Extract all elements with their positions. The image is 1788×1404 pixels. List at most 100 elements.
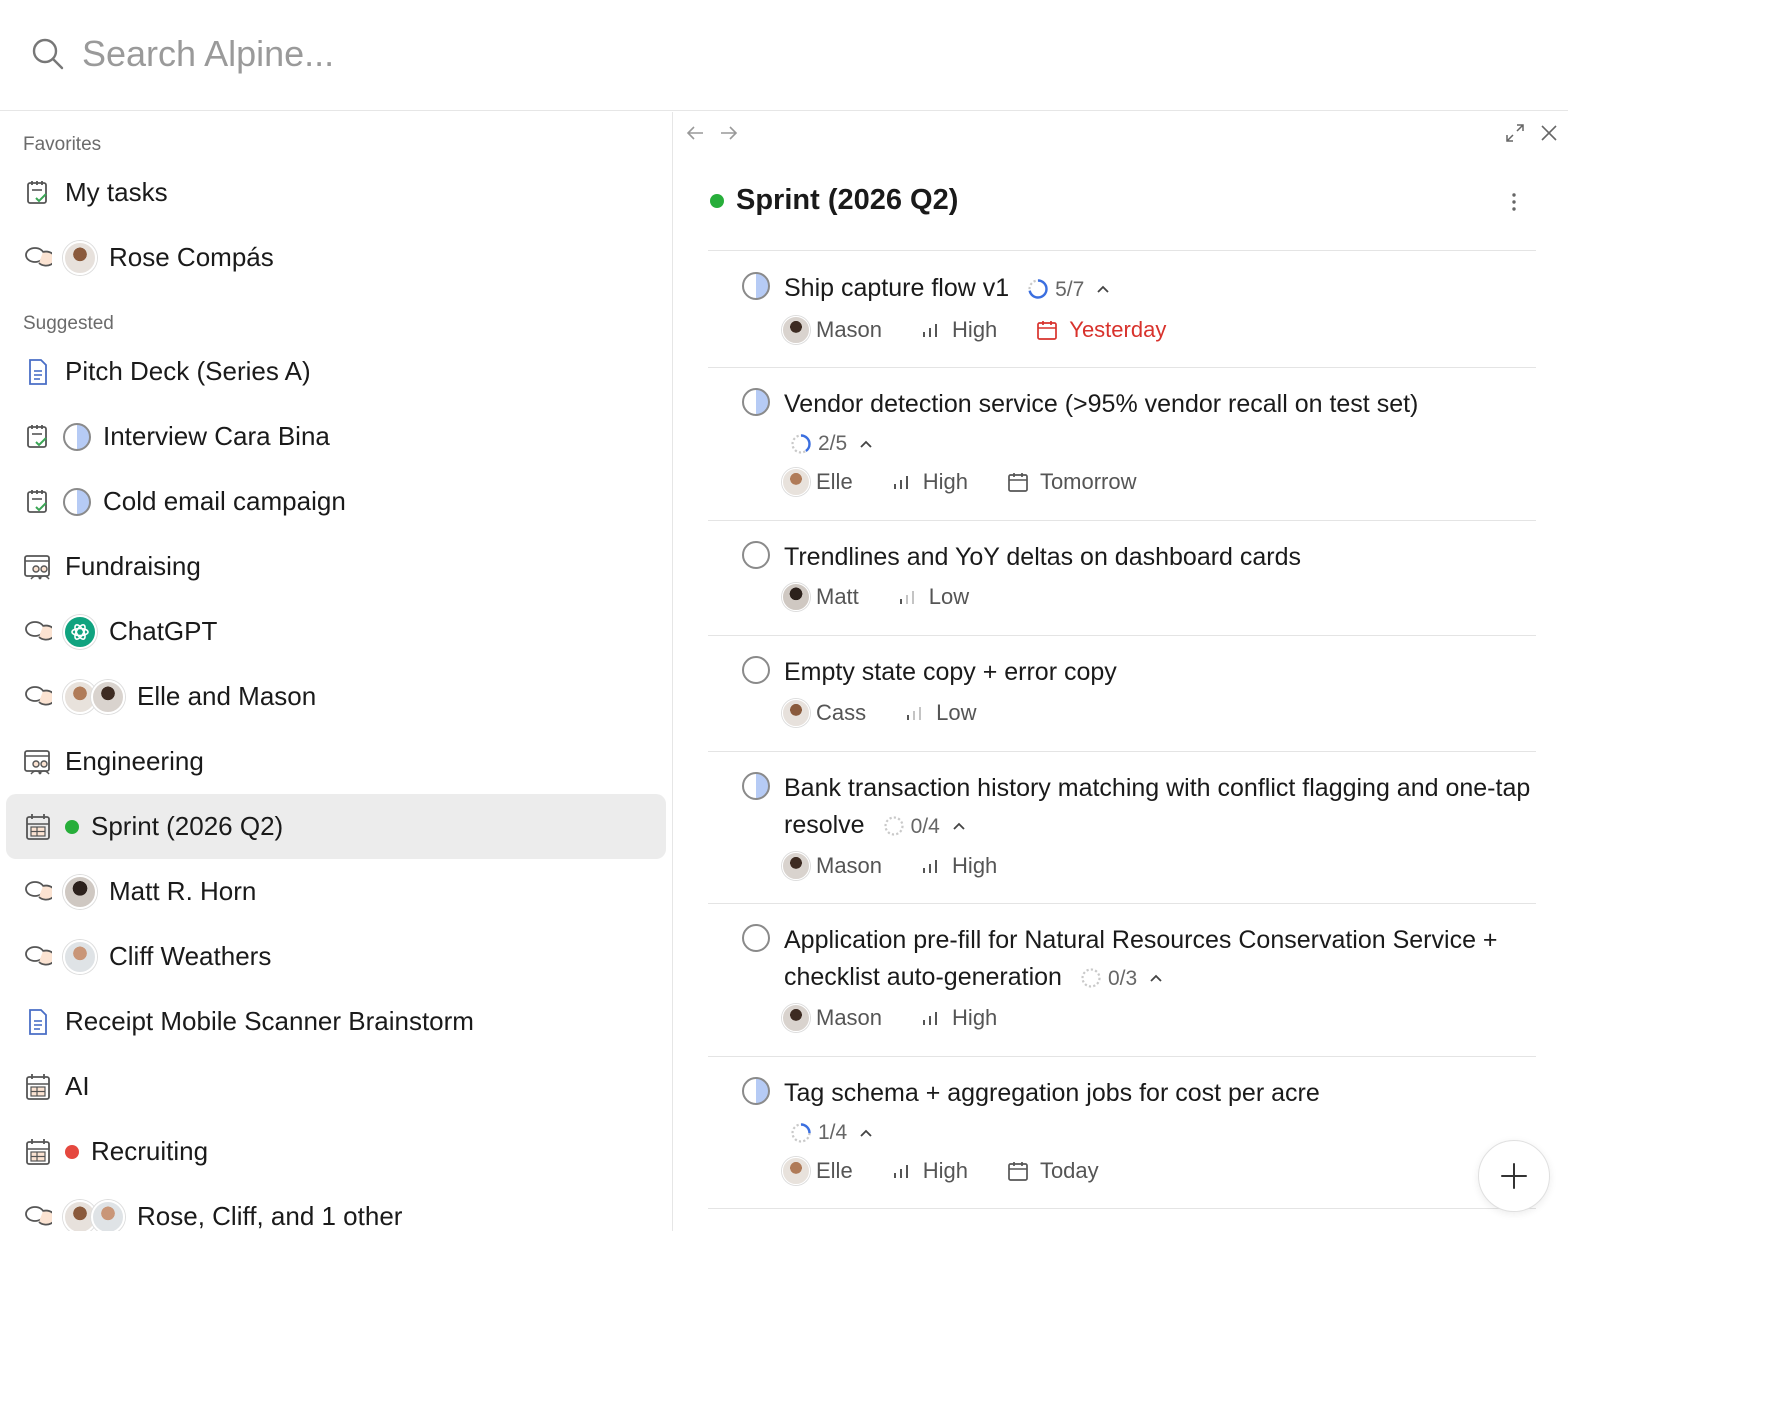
task-status-checkbox[interactable] [742, 541, 770, 569]
priority-field[interactable]: High [891, 1158, 968, 1184]
favorites-heading: Favorites [23, 134, 102, 155]
assignee-avatar[interactable] [782, 583, 810, 611]
sidebar-item-label: Sprint (2026 Q2) [91, 811, 284, 841]
calendar-icon [1008, 1162, 1028, 1181]
sidebar-item-matt-r-horn[interactable]: Matt R. Horn [6, 859, 666, 924]
assignee-name[interactable]: Mason [816, 317, 882, 343]
sidebar-item-interview-cara-bina[interactable]: Interview Cara Bina [6, 404, 666, 469]
chevron-up-icon[interactable] [857, 435, 875, 453]
subtask-progress[interactable]: 5/7 [1027, 271, 1112, 308]
sidebar-item-fundraising[interactable]: Fundraising [6, 534, 666, 599]
task-title-block[interactable]: Vendor detection service (>95% vendor re… [784, 386, 1534, 462]
sidebar-item-recruiting[interactable]: Recruiting [6, 1119, 666, 1184]
forward-arrow-icon[interactable] [718, 122, 740, 144]
panel-header: Sprint (2026 Q2) [710, 184, 958, 217]
task-title: Vendor detection service (>95% vendor re… [784, 390, 1419, 418]
sidebar-item-label: My tasks [65, 177, 168, 207]
close-icon[interactable] [1538, 122, 1560, 144]
assignee-name[interactable]: Elle [816, 469, 853, 495]
priority-field[interactable]: Low [904, 700, 976, 726]
task-row[interactable]: Ship capture flow v1 5/7 Mason High Yesterda… [708, 252, 1536, 368]
priority-field[interactable]: High [920, 317, 997, 343]
task-status-checkbox[interactable] [742, 1077, 770, 1105]
assignee-name[interactable]: Mason [816, 853, 882, 879]
add-button[interactable] [1478, 1140, 1550, 1212]
sidebar-item-chatgpt[interactable]: ChatGPT [6, 599, 666, 664]
sidebar-item-pitch-deck[interactable]: Pitch Deck (Series A) [6, 339, 666, 404]
document-icon [23, 357, 53, 387]
priority-field[interactable]: High [920, 1005, 997, 1031]
task-meta: Elle High Today [782, 1157, 1099, 1185]
subtask-progress[interactable]: 2/5 [790, 425, 875, 462]
task-status-checkbox[interactable] [742, 656, 770, 684]
progress-ring-icon [883, 816, 904, 837]
assignee-name[interactable]: Mason [816, 1005, 882, 1031]
task-title: Tag schema + aggregation jobs for cost p… [784, 1079, 1320, 1107]
sidebar-item-elle-and-mason[interactable]: Elle and Mason [6, 664, 666, 729]
due-date-field[interactable]: Today [1006, 1158, 1099, 1184]
sidebar-item-label: Rose Compás [109, 242, 274, 272]
assignee-name[interactable]: Elle [816, 1158, 853, 1184]
status-dot [710, 193, 724, 208]
sidebar-item-label: Matt R. Horn [109, 876, 257, 906]
chevron-up-icon[interactable] [950, 817, 968, 835]
task-row[interactable]: Vendor detection service (>95% vendor re… [708, 368, 1536, 521]
task-status-checkbox[interactable] [742, 272, 770, 300]
progress-ring-icon [1081, 968, 1101, 989]
sidebar-item-my-tasks[interactable]: My tasks [6, 160, 666, 225]
in-progress-status-icon [63, 487, 91, 516]
search-input[interactable] [82, 28, 982, 80]
subtask-progress[interactable]: 0/3 [1080, 960, 1165, 997]
assignee-name[interactable]: Matt [816, 584, 859, 610]
assignee-avatar[interactable] [782, 1004, 810, 1032]
sidebar-item-receipt-scanner[interactable]: Receipt Mobile Scanner Brainstorm [6, 989, 666, 1054]
assignee-avatar[interactable] [782, 468, 810, 496]
sidebar-item-rose-cliff-group[interactable]: Rose, Cliff, and 1 other [6, 1184, 666, 1231]
more-options-icon[interactable] [1502, 190, 1526, 214]
chevron-up-icon[interactable] [857, 1124, 875, 1142]
sidebar-item-engineering[interactable]: Engineering [6, 729, 666, 794]
task-row[interactable]: Trendlines and YoY deltas on dashboard c… [708, 521, 1536, 636]
task-title-block[interactable]: Ship capture flow v1 5/7 [784, 270, 1534, 308]
assignee-avatar[interactable] [782, 699, 810, 727]
assignee-avatar[interactable] [782, 1157, 810, 1185]
back-arrow-icon[interactable] [684, 122, 706, 144]
subtask-progress[interactable]: 0/4 [883, 808, 968, 845]
task-row[interactable]: Tag schema + aggregation jobs for cost p… [708, 1057, 1536, 1209]
sidebar-item-label: Recruiting [91, 1136, 209, 1166]
priority-bars-icon [893, 1165, 908, 1178]
assignee-avatar[interactable] [782, 316, 810, 344]
task-row[interactable]: Empty state copy + error copy Cass Low [708, 636, 1536, 752]
expand-icon[interactable] [1504, 122, 1526, 144]
priority-field[interactable]: High [891, 469, 968, 495]
task-status-checkbox[interactable] [742, 772, 770, 800]
sidebar-item-ai[interactable]: AI [6, 1054, 666, 1119]
priority-field[interactable]: Low [897, 584, 969, 610]
sidebar-item-sprint[interactable]: Sprint (2026 Q2) [6, 794, 666, 859]
avatar [63, 939, 97, 974]
task-title-block[interactable]: Empty state copy + error copy [784, 654, 1534, 691]
chevron-up-icon[interactable] [1094, 280, 1112, 298]
priority-field[interactable]: High [920, 853, 997, 879]
sidebar-item-rose-compas[interactable]: Rose Compás [6, 225, 666, 290]
task-status-checkbox[interactable] [742, 388, 770, 416]
chevron-up-icon[interactable] [1147, 969, 1165, 987]
assignee-avatar[interactable] [782, 852, 810, 880]
assignee-name[interactable]: Cass [816, 700, 866, 726]
task-title-block[interactable]: Bank transaction history matching with c… [784, 770, 1534, 845]
task-title-block[interactable]: Tag schema + aggregation jobs for cost p… [784, 1075, 1534, 1151]
due-date-field[interactable]: Yesterday [1035, 317, 1166, 343]
team-board-icon [23, 747, 53, 777]
due-date-field[interactable]: Tomorrow [1006, 469, 1137, 495]
due-date-label: Yesterday [1069, 317, 1167, 342]
sidebar-item-label: Fundraising [65, 551, 201, 581]
task-title-block[interactable]: Trendlines and YoY deltas on dashboard c… [784, 539, 1534, 576]
priority-label: High [952, 1005, 998, 1030]
sidebar-item-cliff-weathers[interactable]: Cliff Weathers [6, 924, 666, 989]
task-row[interactable]: Bank transaction history matching with c… [708, 752, 1536, 904]
task-status-checkbox[interactable] [742, 924, 770, 952]
sidebar-item-cold-email-campaign[interactable]: Cold email campaign [6, 469, 666, 534]
subtask-progress[interactable]: 1/4 [790, 1114, 875, 1151]
task-row[interactable]: Application pre-fill for Natural Resourc… [708, 904, 1536, 1057]
task-title-block[interactable]: Application pre-fill for Natural Resourc… [784, 922, 1534, 997]
